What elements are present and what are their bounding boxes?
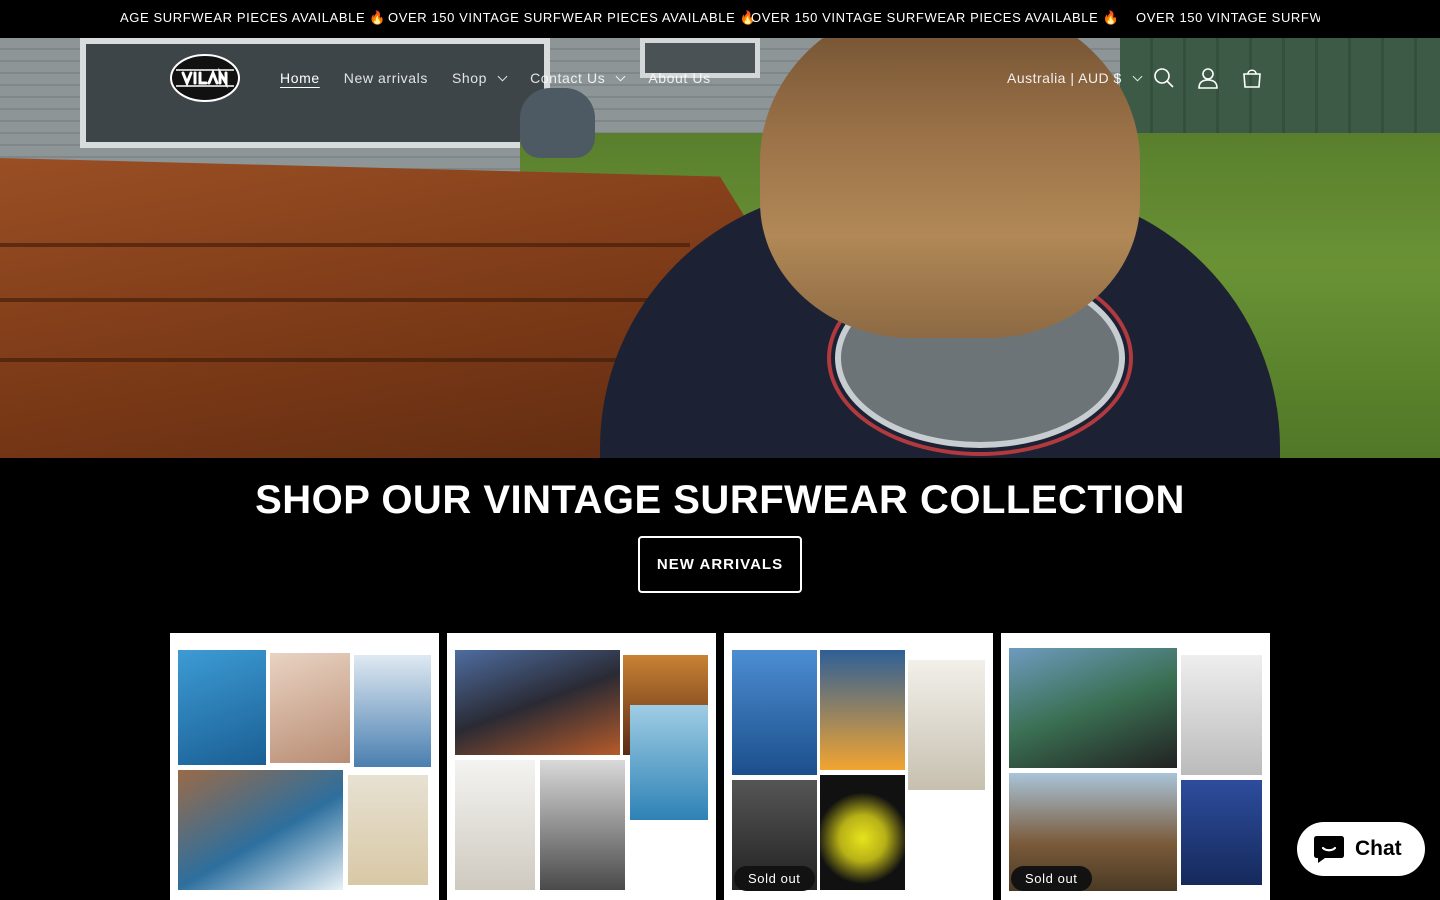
product-card[interactable] <box>447 633 716 900</box>
locale-label: Australia | AUD $ <box>1007 70 1122 86</box>
announcement-marquee: AGE SURFWEAR PIECES AVAILABLE 🔥 OVER 150… <box>120 0 1320 38</box>
new-arrivals-button[interactable]: NEW ARRIVALS <box>638 536 802 593</box>
nav-new-arrivals[interactable]: New arrivals <box>344 70 428 86</box>
search-icon[interactable] <box>1150 64 1178 92</box>
account-icon[interactable] <box>1194 64 1222 92</box>
announcement-text: OVER 150 VINTAGE SURFWEAR <box>1136 10 1320 25</box>
product-card[interactable]: Sold out <box>724 633 993 900</box>
site-logo[interactable] <box>168 52 242 104</box>
nav-about-us-label: About Us <box>648 70 711 86</box>
product-image <box>455 645 708 895</box>
nav-contact-us[interactable]: Contact Us <box>530 70 626 86</box>
cart-icon[interactable] <box>1238 64 1266 92</box>
sold-out-badge: Sold out <box>1011 866 1092 891</box>
announcement-text: AGE SURFWEAR PIECES AVAILABLE 🔥 <box>120 10 387 25</box>
nav-contact-us-label: Contact Us <box>530 70 606 86</box>
chevron-down-icon <box>1132 71 1143 81</box>
nav-shop-label: Shop <box>451 70 488 86</box>
product-image <box>178 645 431 895</box>
nav-home-label: Home <box>280 70 320 86</box>
nav-home[interactable]: Home <box>280 70 320 86</box>
nav-shop[interactable]: Shop <box>451 70 508 86</box>
chat-label: Chat <box>1355 837 1402 860</box>
announcement-text: OVER 150 VINTAGE SURFWEAR PIECES AVAILAB… <box>388 10 757 25</box>
product-image <box>1009 645 1262 895</box>
hero-deck-plank <box>0 243 690 247</box>
chat-bubble-icon <box>1314 836 1344 863</box>
collection-heading: SHOP OUR VINTAGE SURFWEAR COLLECTION <box>255 478 1185 522</box>
announcement-bar: AGE SURFWEAR PIECES AVAILABLE 🔥 OVER 150… <box>0 0 1440 38</box>
announcement-text: OVER 150 VINTAGE SURFWEAR PIECES AVAILAB… <box>751 10 1120 25</box>
product-image <box>732 645 985 895</box>
product-card[interactable] <box>170 633 439 900</box>
chevron-down-icon <box>497 71 508 81</box>
sold-out-badge: Sold out <box>734 866 815 891</box>
chevron-down-icon <box>615 71 626 81</box>
nav-about-us[interactable]: About Us <box>648 70 710 86</box>
main-nav: Home New arrivals Shop Contact Us About … <box>280 38 735 118</box>
nav-new-arrivals-label: New arrivals <box>343 70 428 86</box>
chat-button[interactable]: Chat <box>1297 822 1425 876</box>
country-currency-selector[interactable]: Australia | AUD $ <box>1007 38 1143 118</box>
site-header: Home New arrivals Shop Contact Us About … <box>0 38 1440 118</box>
product-card[interactable]: Sold out <box>1001 633 1270 900</box>
